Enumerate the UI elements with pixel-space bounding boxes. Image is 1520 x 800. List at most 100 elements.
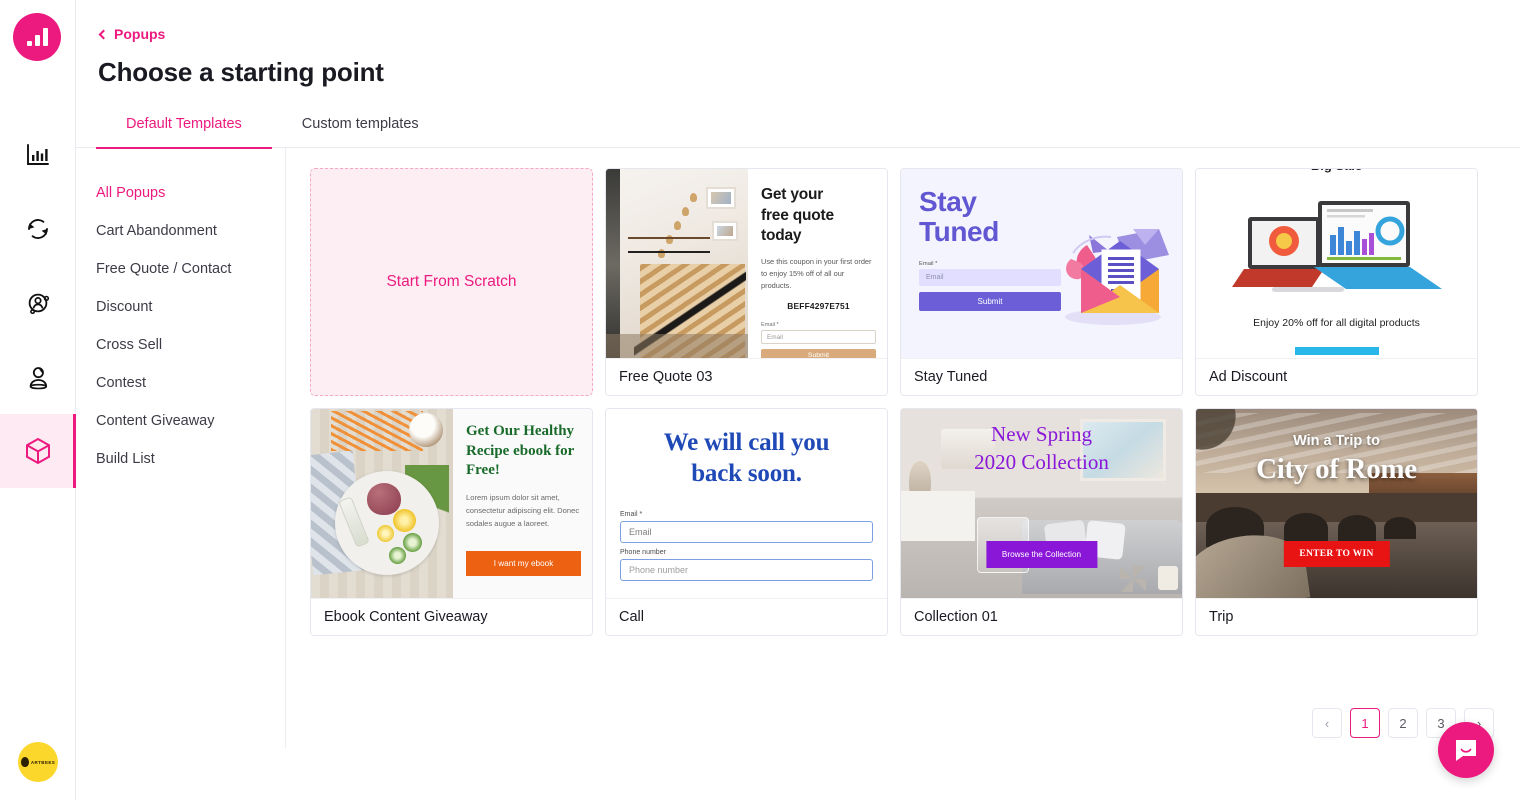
start-from-scratch-label: Start From Scratch — [386, 273, 517, 290]
rail-items — [0, 118, 76, 488]
fq-email-input[interactable]: Email — [761, 329, 876, 344]
ad-cta-bar[interactable] — [1294, 347, 1379, 355]
sidebar-item-popups[interactable] — [0, 414, 76, 488]
cl-heading-line1: We will call you — [663, 429, 830, 456]
template-card-ebook-content-giveaway[interactable]: Get Our Healthy Recipe ebook for Free! L… — [310, 408, 593, 636]
ad-discount-text: Enjoy 20% off for all digital products — [1253, 317, 1420, 329]
template-name: Ad Discount — [1196, 358, 1477, 395]
fq-coupon-code: BEFF4297E751 — [787, 300, 850, 311]
category-discount[interactable]: Discount — [76, 288, 285, 326]
sync-icon — [28, 219, 48, 239]
category-content-giveaway[interactable]: Content Giveaway — [76, 402, 285, 440]
fq-heading-line2: free quote today — [761, 206, 834, 245]
cl-email-input[interactable]: Email — [620, 521, 873, 543]
artbees-logo[interactable]: ARTBEES — [18, 742, 58, 782]
sidebar-item-analytics[interactable] — [0, 118, 76, 192]
eb-heading: Get Our Healthy Recipe ebook for Free! — [466, 423, 575, 478]
fq-submit-button[interactable]: Submit — [761, 348, 876, 358]
healthy-food-photo — [311, 409, 453, 598]
co-heading-line1: New Spring — [991, 422, 1092, 446]
body-split: All Popups Cart Abandonment Free Quote /… — [76, 148, 1520, 800]
breadcrumb-popups[interactable]: Popups — [98, 26, 166, 42]
template-name: Trip — [1196, 598, 1477, 635]
category-list: All Popups Cart Abandonment Free Quote /… — [76, 148, 286, 748]
page-title: Choose a starting point — [98, 57, 384, 87]
rome-bridge-photo: Win a Trip to City of Rome ENTER TO WIN — [1196, 409, 1477, 598]
artbees-wordmark: ARTBEES — [30, 759, 56, 765]
template-name: Ebook Content Giveaway — [311, 598, 592, 635]
interior-stairs-photo — [606, 169, 748, 358]
fq-email-label: Email * — [761, 321, 779, 328]
cl-phone-input[interactable]: Phone number — [620, 559, 873, 581]
sidebar-item-audience[interactable] — [0, 266, 76, 340]
logo-bar-2 — [34, 35, 40, 46]
template-card-trip[interactable]: Win a Trip to City of Rome ENTER TO WIN … — [1195, 408, 1478, 636]
fq-body-text: Use this coupon in your first order to e… — [761, 256, 872, 290]
sidebar-item-visitors[interactable] — [0, 340, 76, 414]
template-preview: New Spring 2020 Collection Browse the Co… — [901, 409, 1182, 598]
cl-phone-label: Phone number — [620, 549, 666, 556]
category-contest[interactable]: Contest — [76, 364, 285, 402]
visitor-icon — [29, 367, 48, 390]
pagination-page-2[interactable]: 2 — [1388, 708, 1418, 738]
breadcrumb-label: Popups — [114, 26, 166, 42]
tr-cta-button[interactable]: ENTER TO WIN — [1283, 541, 1390, 567]
artbees-bee-icon — [20, 757, 29, 767]
template-preview: Get Our Healthy Recipe ebook for Free! L… — [311, 409, 592, 598]
category-all-popups[interactable]: All Popups — [76, 174, 285, 212]
icon-rail: ARTBEES — [0, 0, 76, 800]
template-name: Collection 01 — [901, 598, 1182, 635]
tab-bar: Default Templates Custom templates — [76, 104, 1520, 149]
template-preview: We will call you back soon. Email * Emai… — [606, 409, 887, 598]
tab-custom-templates[interactable]: Custom templates — [272, 104, 449, 148]
template-preview: Get your free quote today Use this coupo… — [606, 169, 887, 358]
logo-bar-1 — [26, 41, 32, 46]
template-card-ad-discount[interactable]: Big Sale — [1195, 168, 1478, 396]
rail-bottom: ARTBEES — [0, 742, 76, 782]
living-room-photo: New Spring 2020 Collection Browse the Co… — [901, 409, 1182, 598]
tr-heading-line2: City of Rome — [1256, 453, 1417, 485]
surface-devices-photo — [1232, 201, 1442, 292]
template-preview: Win a Trip to City of Rome ENTER TO WIN — [1196, 409, 1477, 598]
chevron-left-icon — [98, 29, 109, 39]
eb-body-text: Lorem ipsum dolor sit amet, consectetur … — [466, 492, 580, 529]
template-preview: Stay Tuned Email * Email Submit — [901, 169, 1182, 358]
pagination-prev-label: ‹ — [1324, 715, 1330, 731]
logo-bar-3 — [42, 28, 48, 46]
chat-bubble-icon — [1456, 740, 1476, 761]
main-area: Popups Choose a starting point Default T… — [76, 0, 1520, 800]
ad-cut-heading: Big Sale — [1311, 169, 1362, 173]
template-card-collection-01[interactable]: New Spring 2020 Collection Browse the Co… — [900, 408, 1183, 636]
pagination-prev[interactable]: ‹ — [1312, 708, 1342, 738]
template-card-call[interactable]: We will call you back soon. Email * Emai… — [605, 408, 888, 636]
template-name: Call — [606, 598, 887, 635]
popups-icon — [26, 437, 50, 465]
st-submit-button[interactable]: Submit — [919, 292, 1061, 312]
start-from-scratch-card[interactable]: Start From Scratch — [310, 168, 593, 396]
co-heading-line2: 2020 Collection — [974, 449, 1109, 474]
st-email-input[interactable]: Email — [919, 269, 1061, 287]
category-cart-abandonment[interactable]: Cart Abandonment — [76, 212, 285, 250]
popupsmart-logo[interactable] — [13, 13, 61, 61]
sidebar-item-sync[interactable] — [0, 192, 76, 266]
cl-heading-line2: back soon. — [691, 460, 802, 487]
category-cross-sell[interactable]: Cross Sell — [76, 326, 285, 364]
tab-default-templates[interactable]: Default Templates — [96, 104, 272, 149]
category-build-list[interactable]: Build List — [76, 440, 285, 478]
eb-cta-button[interactable]: I want my ebook — [466, 551, 581, 577]
analytics-icon — [27, 144, 49, 165]
app-root: ARTBEES Popups Choose a starting point D… — [0, 0, 1520, 800]
cl-email-label: Email * — [620, 511, 643, 518]
intercom-chat-button[interactable] — [1438, 722, 1494, 778]
template-name: Stay Tuned — [901, 358, 1182, 395]
pagination-page-1[interactable]: 1 — [1350, 708, 1380, 738]
template-card-stay-tuned[interactable]: Stay Tuned Email * Email Submit Stay Tun… — [900, 168, 1183, 396]
envelope-illustration — [1065, 229, 1169, 325]
audience-icon — [28, 293, 50, 315]
fq-heading-line1: Get your — [761, 186, 824, 203]
template-grid-wrap: Start From Scratch Get your free quote t… — [286, 148, 1520, 800]
template-card-free-quote-03[interactable]: Get your free quote today Use this coupo… — [605, 168, 888, 396]
tr-heading-line1: Win a Trip to — [1293, 433, 1380, 449]
category-free-quote-contact[interactable]: Free Quote / Contact — [76, 250, 285, 288]
co-cta-button[interactable]: Browse the Collection — [985, 541, 1098, 568]
